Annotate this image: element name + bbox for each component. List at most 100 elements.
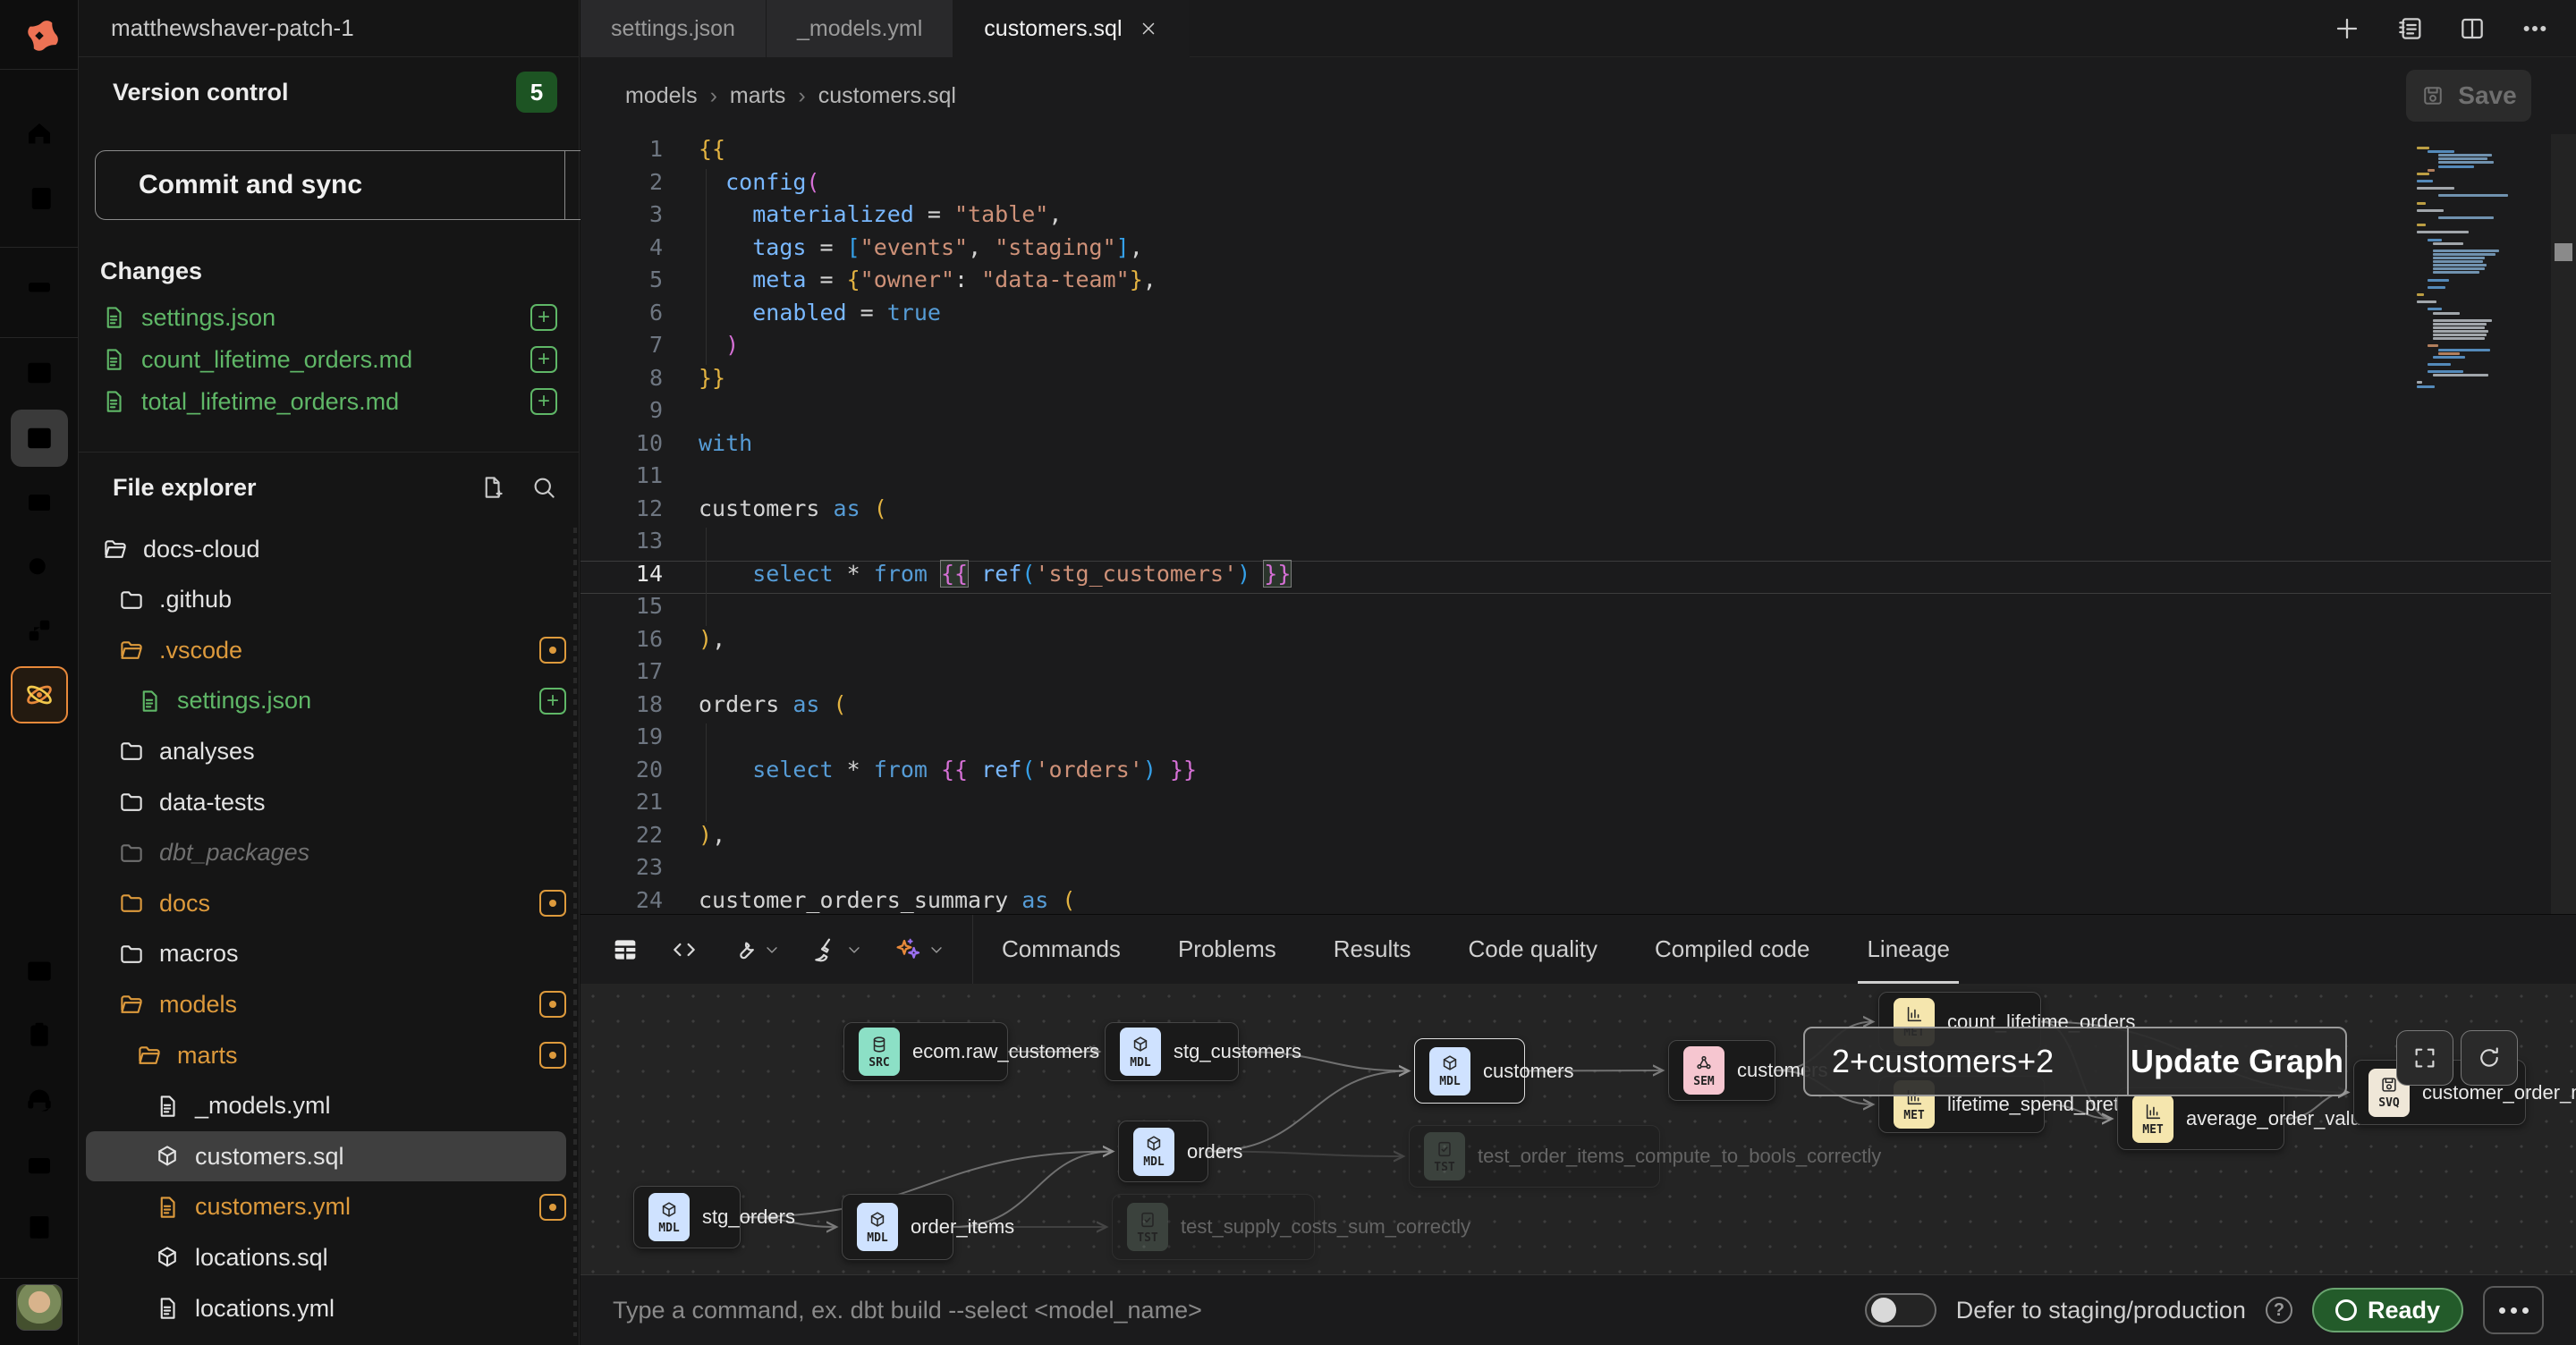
split-editor-icon[interactable] bbox=[2458, 14, 2487, 43]
panel-tab-results[interactable]: Results bbox=[1305, 915, 1440, 985]
changed-file-row[interactable]: count_lifetime_orders.md + bbox=[100, 340, 557, 379]
tree-item-settings-json[interactable]: settings.json+ bbox=[86, 676, 566, 726]
panel-tab-problems[interactable]: Problems bbox=[1149, 915, 1305, 985]
cube-icon bbox=[154, 1143, 181, 1170]
help-icon[interactable]: ? bbox=[2266, 1297, 2292, 1324]
tab-_models.yml[interactable]: _models.yml bbox=[767, 0, 953, 57]
tree-item-customers-sql[interactable]: customers.sql bbox=[86, 1131, 566, 1181]
ai-sparkle-icon[interactable] bbox=[894, 935, 945, 964]
new-tab-icon[interactable] bbox=[2333, 14, 2361, 43]
lineage-canvas[interactable]: SRC ecom.raw_customers MDL stg_customers… bbox=[580, 984, 2576, 1274]
tree-item-locations-sql[interactable]: locations.sql bbox=[86, 1232, 566, 1282]
lineage-node-orders[interactable]: MDL orders bbox=[1118, 1121, 1208, 1182]
modified-badge bbox=[539, 890, 566, 917]
tasks-icon[interactable] bbox=[11, 1006, 68, 1063]
version-control-header[interactable]: Version control 5 bbox=[100, 72, 557, 113]
defer-toggle[interactable] bbox=[1865, 1293, 1936, 1327]
tree-item--models-yml[interactable]: _models.yml bbox=[86, 1081, 566, 1131]
environments-icon[interactable] bbox=[11, 254, 68, 311]
home-icon[interactable] bbox=[11, 106, 68, 163]
panel-tab-commands[interactable]: Commands bbox=[973, 915, 1149, 985]
tab-settings.json[interactable]: settings.json bbox=[580, 0, 767, 57]
tree-item-models[interactable]: models bbox=[86, 979, 566, 1029]
tree-item-docs-cloud[interactable]: docs-cloud bbox=[86, 524, 566, 574]
catalog-icon[interactable] bbox=[11, 666, 68, 723]
orchestration-icon[interactable] bbox=[11, 602, 68, 659]
lineage-node-cust[interactable]: MDL customers bbox=[1414, 1038, 1525, 1104]
build-wrench-icon[interactable] bbox=[729, 935, 781, 964]
tree-item-label: marts bbox=[177, 1042, 238, 1070]
commit-and-sync-button[interactable]: Commit and sync bbox=[95, 150, 644, 220]
lineage-node-stgc[interactable]: MDL stg_customers bbox=[1105, 1022, 1239, 1081]
save-button[interactable]: Save bbox=[2406, 70, 2531, 122]
refresh-graph-button[interactable] bbox=[2461, 1030, 2518, 1086]
new-file-icon[interactable] bbox=[479, 474, 505, 501]
search-icon[interactable] bbox=[530, 474, 557, 501]
breadcrumb-item[interactable]: models bbox=[625, 83, 698, 109]
lineage-node-t1[interactable]: TST test_order_items_compute_to_bools_co… bbox=[1409, 1125, 1660, 1188]
visual-editor-icon[interactable] bbox=[11, 474, 68, 531]
lineage-search-input[interactable]: 2+customers+2 bbox=[1805, 1028, 2127, 1095]
breadcrumb-item[interactable]: customers.sql bbox=[818, 83, 956, 109]
lineage-node-stgo[interactable]: MDL stg_orders bbox=[633, 1186, 741, 1248]
panel-tab-compiled-code[interactable]: Compiled code bbox=[1626, 915, 1838, 985]
ide-icon[interactable] bbox=[11, 410, 68, 467]
more-actions-button[interactable] bbox=[2483, 1286, 2544, 1334]
line-number: 12 bbox=[580, 495, 663, 521]
org-icon[interactable] bbox=[11, 1198, 68, 1256]
lineage-node-raw[interactable]: SRC ecom.raw_customers bbox=[843, 1022, 1008, 1081]
stage-add-badge[interactable]: + bbox=[530, 388, 557, 415]
user-avatar[interactable] bbox=[16, 1284, 63, 1331]
lineage-node-aov[interactable]: MET average_order_value bbox=[2117, 1087, 2284, 1150]
lineage-node-t2[interactable]: TST test_supply_costs_sum_correctly bbox=[1112, 1194, 1315, 1260]
code-line: 4 tags = ["events", "staging"], bbox=[580, 234, 2551, 267]
code-line: 2 config( bbox=[580, 169, 2551, 202]
tree-item-dbt-packages[interactable]: dbt_packages bbox=[86, 828, 566, 878]
fullscreen-button[interactable] bbox=[2396, 1030, 2453, 1086]
docs-icon[interactable] bbox=[11, 170, 68, 227]
code-editor[interactable]: 1{{2 config(3 materialized = "table",4 t… bbox=[580, 134, 2576, 914]
changed-file-row[interactable]: total_lifetime_orders.md + bbox=[100, 382, 557, 421]
file-explorer-header[interactable]: File explorer bbox=[100, 467, 557, 508]
save-label: Save bbox=[2458, 81, 2516, 110]
minimap[interactable] bbox=[2417, 134, 2551, 914]
browser-icon[interactable] bbox=[11, 1135, 68, 1192]
update-graph-button[interactable]: Update Graph bbox=[2129, 1028, 2345, 1095]
panel-tab-lineage[interactable]: Lineage bbox=[1838, 915, 1979, 985]
audit-icon[interactable] bbox=[11, 538, 68, 596]
tree-item-docs[interactable]: docs bbox=[86, 878, 566, 928]
tree-item-analyses[interactable]: analyses bbox=[86, 726, 566, 776]
results-table-icon[interactable] bbox=[611, 935, 640, 964]
tree-item-customers-yml[interactable]: customers.yml bbox=[86, 1182, 566, 1232]
support-icon[interactable] bbox=[11, 1070, 68, 1128]
tree-item--github[interactable]: .github bbox=[86, 575, 566, 625]
panel-tab-code-quality[interactable]: Code quality bbox=[1439, 915, 1626, 985]
tab-customers.sql[interactable]: customers.sql bbox=[953, 0, 1189, 57]
stage-add-badge[interactable]: + bbox=[539, 688, 566, 715]
dashboard-icon[interactable] bbox=[11, 344, 68, 402]
terminal-icon[interactable] bbox=[11, 943, 68, 1000]
tree-item-marts[interactable]: marts bbox=[86, 1030, 566, 1080]
tree-item-data-tests[interactable]: data-tests bbox=[86, 777, 566, 827]
breadcrumb-item[interactable]: marts bbox=[730, 83, 786, 109]
tree-item-locations-yml[interactable]: locations.yml bbox=[86, 1283, 566, 1333]
node-label: stg_orders bbox=[702, 1205, 795, 1228]
lineage-search-box[interactable]: 2+customers+2 Update Graph bbox=[1803, 1027, 2347, 1096]
notebook-icon[interactable] bbox=[2395, 14, 2424, 43]
close-icon[interactable] bbox=[1139, 19, 1158, 38]
lineage-node-sem[interactable]: SEM customers bbox=[1668, 1040, 1775, 1101]
stage-add-badge[interactable]: + bbox=[530, 346, 557, 373]
editor-scrollbar[interactable] bbox=[2551, 134, 2576, 914]
changed-file-row[interactable]: settings.json + bbox=[100, 298, 557, 337]
compile-code-icon[interactable] bbox=[670, 935, 699, 964]
tree-item-macros[interactable]: macros bbox=[86, 929, 566, 979]
dbt-logo-icon[interactable] bbox=[11, 7, 68, 64]
tree-item--vscode[interactable]: .vscode bbox=[86, 625, 566, 675]
command-input[interactable]: Type a command, ex. dbt build --select <… bbox=[613, 1297, 1202, 1324]
format-broom-icon[interactable] bbox=[811, 935, 863, 964]
more-options-icon[interactable] bbox=[2521, 14, 2549, 43]
sidebar-scrollbar[interactable] bbox=[573, 528, 577, 1336]
stage-add-badge[interactable]: + bbox=[530, 304, 557, 331]
status-badge[interactable]: Ready bbox=[2312, 1288, 2463, 1332]
lineage-node-oi[interactable]: MDL order_items bbox=[842, 1194, 953, 1260]
